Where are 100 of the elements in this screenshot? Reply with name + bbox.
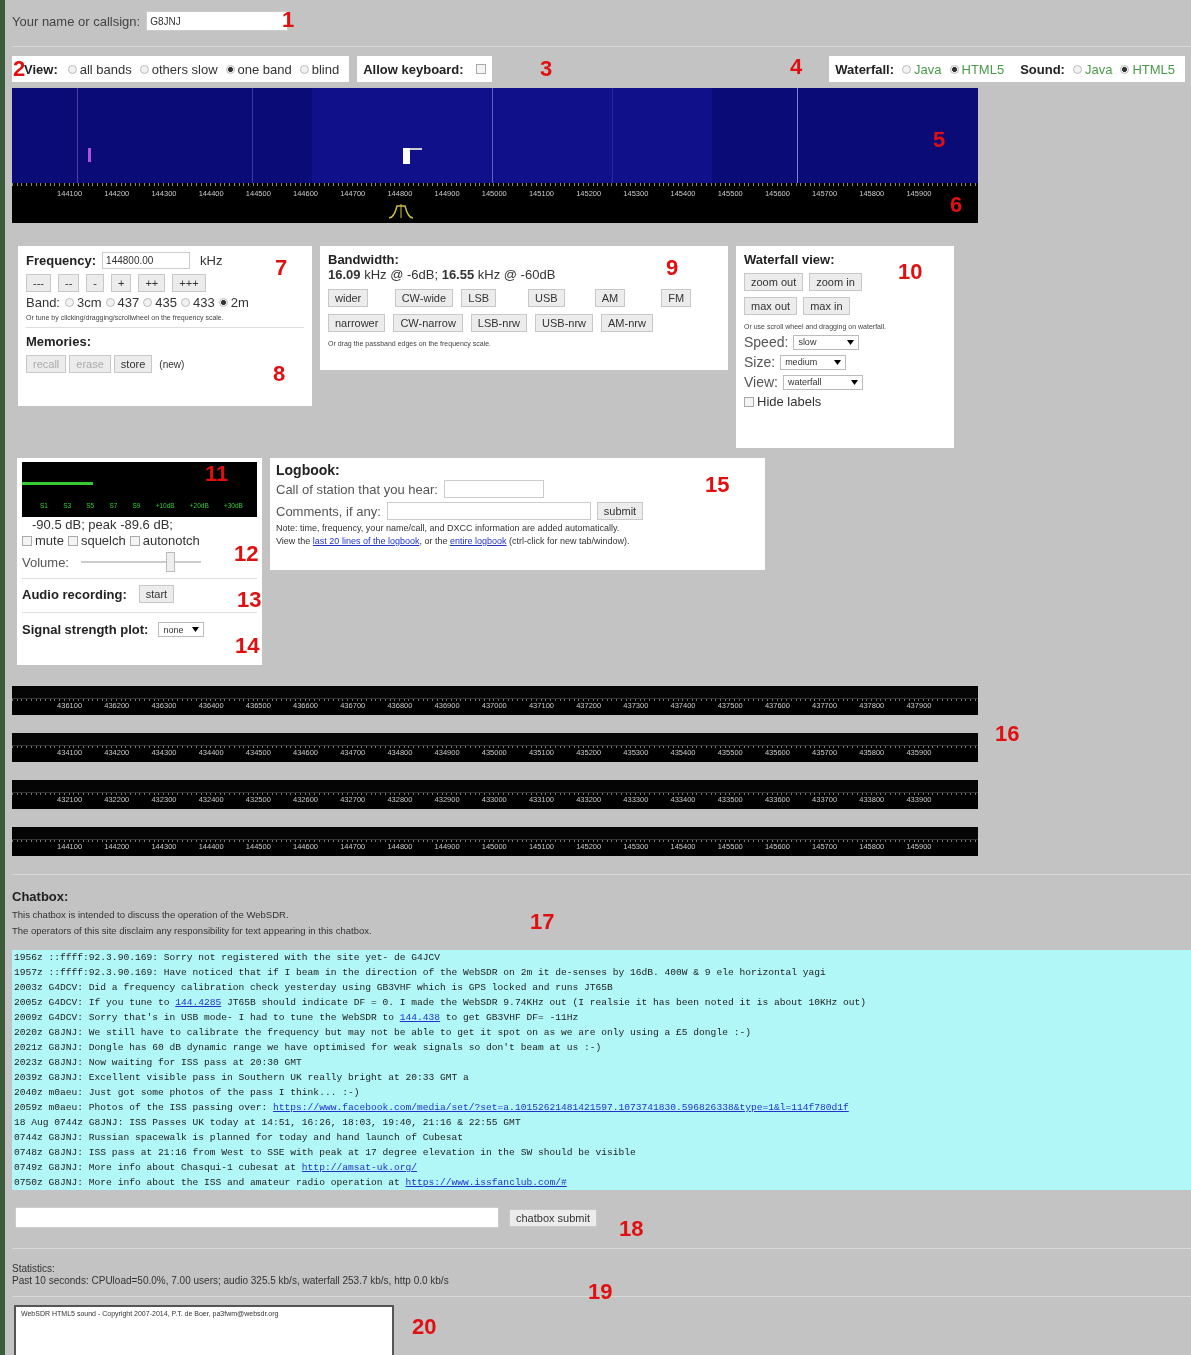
radio-button[interactable] xyxy=(139,64,149,74)
link[interactable]: https://www.issfanclub.com/# xyxy=(405,1177,567,1188)
step-button[interactable]: - xyxy=(86,274,104,292)
caret-icon xyxy=(851,379,858,385)
option-label: 433 xyxy=(192,295,215,310)
radio-button[interactable] xyxy=(105,298,115,307)
radio-button[interactable] xyxy=(1120,64,1130,74)
annotation-number: 11 xyxy=(205,462,229,486)
annotation-number: 6 xyxy=(950,193,963,217)
unit-label: kHz xyxy=(200,253,223,268)
mode-button[interactable]: wider xyxy=(328,289,369,307)
input-field[interactable] xyxy=(386,502,591,520)
option-label: HTML5 xyxy=(1132,61,1175,77)
mode-button[interactable]: LSB xyxy=(461,289,497,307)
annotation-number: 7 xyxy=(275,256,288,280)
mode-button[interactable]: CW-wide xyxy=(394,289,454,307)
input-field[interactable]: 144800.00 xyxy=(102,252,191,269)
info-text: The operators of this site disclaim any responsibility for text appearing in this chatbox. xyxy=(12,925,373,936)
dropdown[interactable]: medium xyxy=(780,354,847,370)
section-title: Chatbox: xyxy=(12,889,70,904)
radio-button[interactable] xyxy=(143,298,153,307)
annotation-number: 3 xyxy=(540,57,553,81)
mode-button[interactable]: narrower xyxy=(328,314,386,332)
chat-message: 0750z G8JNJ: More info about the ISS and amateur radio operation at https://www.issfanclub.com/# xyxy=(14,1176,567,1190)
option-label: Java xyxy=(914,61,942,77)
field-label: Sound: xyxy=(1020,61,1065,77)
caret-icon xyxy=(834,359,842,365)
section-title: Memories: xyxy=(26,334,93,349)
mode-button[interactable]: AM xyxy=(594,289,626,307)
link[interactable]: https://www.facebook.com/media/set/?set=a.10152621481421597.1073741830.596826338&type=1&l=114f780d1f xyxy=(273,1102,849,1113)
field-label: Band: xyxy=(26,295,60,310)
chat-message: 0749z G8JNJ: More info about Chasqui-1 cubesat at http://amsat-uk.org/ xyxy=(14,1161,417,1175)
note-text: View the last 20 lines of the logbook, or the entire logbook (ctrl-click for new tab/window). xyxy=(276,536,631,546)
checkbox[interactable] xyxy=(22,535,32,546)
chat-submit-button[interactable]: chatbox submit xyxy=(509,1208,597,1227)
radio-button[interactable] xyxy=(180,298,190,307)
step-button[interactable]: +++ xyxy=(172,274,206,292)
radio-button[interactable] xyxy=(949,64,959,74)
link[interactable]: entire logbook xyxy=(449,536,507,546)
section-title: Waterfall view: xyxy=(744,252,836,267)
option-label: Java xyxy=(1084,61,1113,77)
checkbox[interactable] xyxy=(67,535,78,546)
option-label: 3cm xyxy=(77,295,102,310)
step-button[interactable]: --- xyxy=(26,274,51,292)
annotation-number: 8 xyxy=(273,362,286,386)
chat-message: 2040z m0aeu: Just got some photos of the pass I think... :-) xyxy=(14,1086,360,1100)
radio-button[interactable] xyxy=(299,64,309,74)
option-label: 435 xyxy=(155,295,177,310)
radio-button[interactable] xyxy=(225,64,235,74)
mode-button[interactable]: AM-nrw xyxy=(601,314,653,332)
dropdown[interactable]: none xyxy=(158,622,205,637)
annotation-number: 18 xyxy=(619,1217,644,1241)
record-button[interactable]: start xyxy=(138,585,175,603)
mode-button[interactable]: CW-narrow xyxy=(393,314,463,332)
slider-thumb[interactable] xyxy=(166,552,176,572)
field-label: Comments, if any: xyxy=(276,503,381,519)
mode-button[interactable]: LSB-nrw xyxy=(470,314,527,332)
annotation-number: 13 xyxy=(237,588,262,612)
chat-input[interactable] xyxy=(15,1207,499,1228)
field-label: Volume: xyxy=(22,554,69,570)
option-label: HTML5 xyxy=(961,61,1005,77)
link[interactable]: http://amsat-uk.org/ xyxy=(301,1162,417,1173)
dropdown[interactable]: slow xyxy=(793,334,860,350)
input-field[interactable] xyxy=(443,480,544,498)
chat-message: 0744z G8JNJ: Russian spacewalk is planned for today and hand launch of Cubesat xyxy=(14,1131,464,1145)
section-title: Statistics: xyxy=(12,1263,56,1274)
annotation-number: 15 xyxy=(705,473,730,497)
checkbox[interactable] xyxy=(744,396,754,407)
chat-message: 2021z G8JNJ: Dongle has 60 dB dynamic range we have optimised for weak signals so don't beam at us :-) xyxy=(14,1041,602,1055)
step-button[interactable]: + xyxy=(111,274,132,292)
field-label: View: xyxy=(744,374,778,390)
link[interactable]: 144.438 xyxy=(399,1012,441,1023)
annotation-number: 16 xyxy=(995,722,1020,746)
zoom-button[interactable]: zoom out xyxy=(744,273,804,291)
step-button[interactable]: -- xyxy=(58,274,80,292)
mode-button[interactable]: FM xyxy=(661,289,692,307)
annotation-number: 9 xyxy=(666,256,679,280)
link[interactable]: 144.4285 xyxy=(175,997,222,1008)
radio-button[interactable] xyxy=(1072,64,1082,74)
checkbox-label: autonotch xyxy=(142,533,200,548)
chat-message: 1957z ::ffff:92.3.90.169: Have noticed that if I beam in the direction of the WebSDR on 2m it de-senses by 16dB. 400W & 9 ele horizontal yagi xyxy=(14,966,826,980)
checkbox[interactable] xyxy=(475,64,486,74)
dropdown[interactable]: waterfall xyxy=(783,374,863,390)
memory-button[interactable]: store xyxy=(113,355,153,373)
zoom-button[interactable]: zoom in xyxy=(809,273,862,291)
option-label: others slow xyxy=(151,61,218,77)
step-button[interactable]: ++ xyxy=(138,274,166,292)
mode-button[interactable]: USB-nrw xyxy=(535,314,594,332)
zoom-button[interactable]: max out xyxy=(744,297,798,315)
radio-button[interactable] xyxy=(902,64,912,74)
annotation-number: 12 xyxy=(234,542,259,566)
radio-button[interactable] xyxy=(65,298,74,307)
mode-button[interactable]: USB xyxy=(528,289,565,307)
annotation-number: 17 xyxy=(530,910,555,934)
field-label: Signal strength plot: xyxy=(22,622,149,637)
radio-button[interactable] xyxy=(218,298,228,307)
radio-button[interactable] xyxy=(67,64,77,74)
checkbox[interactable] xyxy=(129,535,140,546)
zoom-button[interactable]: max in xyxy=(803,297,850,315)
submit-button[interactable]: submit xyxy=(596,502,644,520)
